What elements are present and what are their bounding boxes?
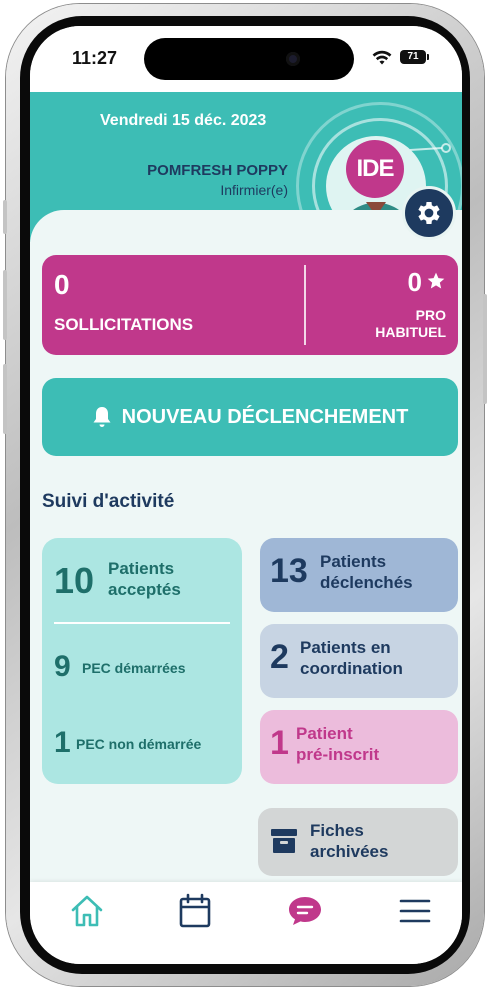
section-title: Suivi d'activité (42, 491, 175, 512)
action-button (3, 200, 7, 234)
dynamic-island (144, 38, 354, 80)
clock: 11:27 (72, 48, 118, 68)
new-trigger-label: NOUVEAU DÉCLENCHEMENT (121, 405, 409, 428)
triggered-line2: déclenchés (320, 573, 413, 592)
archived-label: Fiches archivées (310, 820, 388, 862)
tab-home[interactable] (62, 890, 112, 932)
triggered-patients-card[interactable]: 13 Patients déclenchés (260, 538, 458, 612)
archived-records-button[interactable]: Fiches archivées (258, 808, 458, 876)
preregistered-patient-card[interactable]: 1 Patient pré-inscrit (260, 710, 458, 784)
accepted-line1: Patients (108, 559, 175, 578)
triggered-label: Patients déclenchés (320, 551, 413, 593)
new-trigger-button[interactable]: NOUVEAU DÉCLENCHEMENT (42, 378, 458, 456)
pro-label-line1: PRO (415, 307, 446, 323)
card-divider (304, 265, 306, 345)
current-date: Vendredi 15 déc. 2023 (100, 112, 267, 129)
tab-menu[interactable] (390, 890, 440, 932)
app-screen: 11:27 71 Vendredi 15 déc. 2023 POMFRESH … (30, 26, 462, 964)
triggered-count: 13 (270, 552, 308, 590)
home-icon (71, 895, 103, 927)
chat-bubble-icon (289, 897, 321, 925)
pec-not-started-label: PEC non démarrée (76, 736, 202, 752)
accepted-line2: acceptés (108, 580, 181, 599)
user-name: POMFRESH POPPY (147, 162, 288, 179)
coordination-line2: coordination (300, 659, 403, 678)
volume-up-button (3, 270, 7, 340)
coordination-patients-card[interactable]: 2 Patients en coordination (260, 624, 458, 698)
preregistered-line2: pré-inscrit (296, 745, 380, 764)
bottom-tab-bar (30, 882, 462, 964)
tab-messages[interactable] (280, 890, 330, 932)
battery-indicator: 71 (400, 50, 429, 64)
front-camera (286, 52, 300, 66)
settings-button[interactable] (402, 186, 456, 240)
pro-label-line2: HABITUEL (375, 324, 446, 340)
pec-not-started-count: 1 (54, 726, 71, 759)
archived-line2: archivées (310, 842, 389, 861)
archived-line1: Fiches (310, 821, 364, 840)
star-icon (427, 272, 445, 289)
tab-calendar[interactable] (170, 890, 220, 932)
pec-started-label: PEC démarrées (82, 660, 186, 676)
power-button (483, 294, 487, 404)
card-divider (54, 622, 230, 624)
volume-down-button (3, 364, 7, 434)
solicitations-count: 0 (54, 269, 70, 300)
accepted-count: 10 (54, 560, 95, 601)
main-content: 0 SOLLICITATIONS 0 PRO HABITUEL NOUVEAU … (30, 210, 462, 890)
pec-not-started-row[interactable]: 1 PEC non démarrée (54, 722, 234, 762)
pro-habituel-label: PRO HABITUEL (375, 307, 446, 341)
user-role: Infirmier(e) (220, 182, 288, 198)
accepted-patients-card[interactable]: 10 Patients acceptés 9 PEC démarrées 1 P… (42, 538, 242, 784)
pec-started-row[interactable]: 9 PEC démarrées (54, 646, 234, 686)
preregistered-line1: Patient (296, 724, 353, 743)
accepted-label: Patients acceptés (108, 558, 181, 600)
gear-icon (418, 202, 440, 224)
triggered-line1: Patients (320, 552, 387, 571)
solicitations-label: SOLLICITATIONS (54, 315, 194, 334)
coordination-label: Patients en coordination (300, 637, 403, 679)
calendar-icon (179, 893, 211, 928)
coordination-count: 2 (270, 638, 289, 676)
pec-started-count: 9 (54, 650, 71, 683)
archive-box-icon (271, 829, 297, 853)
coordination-line1: Patients en (300, 638, 391, 657)
hamburger-menu-icon (399, 899, 431, 923)
ide-badge: IDE (346, 140, 404, 198)
bell-icon (93, 407, 111, 427)
solicitations-card[interactable]: 0 SOLLICITATIONS 0 PRO HABITUEL (42, 255, 458, 355)
preregistered-label: Patient pré-inscrit (296, 723, 379, 765)
pro-habituel-count: 0 (407, 267, 422, 297)
status-bar: 11:27 71 (30, 26, 462, 92)
wifi-icon (372, 50, 392, 65)
preregistered-count: 1 (270, 724, 289, 762)
